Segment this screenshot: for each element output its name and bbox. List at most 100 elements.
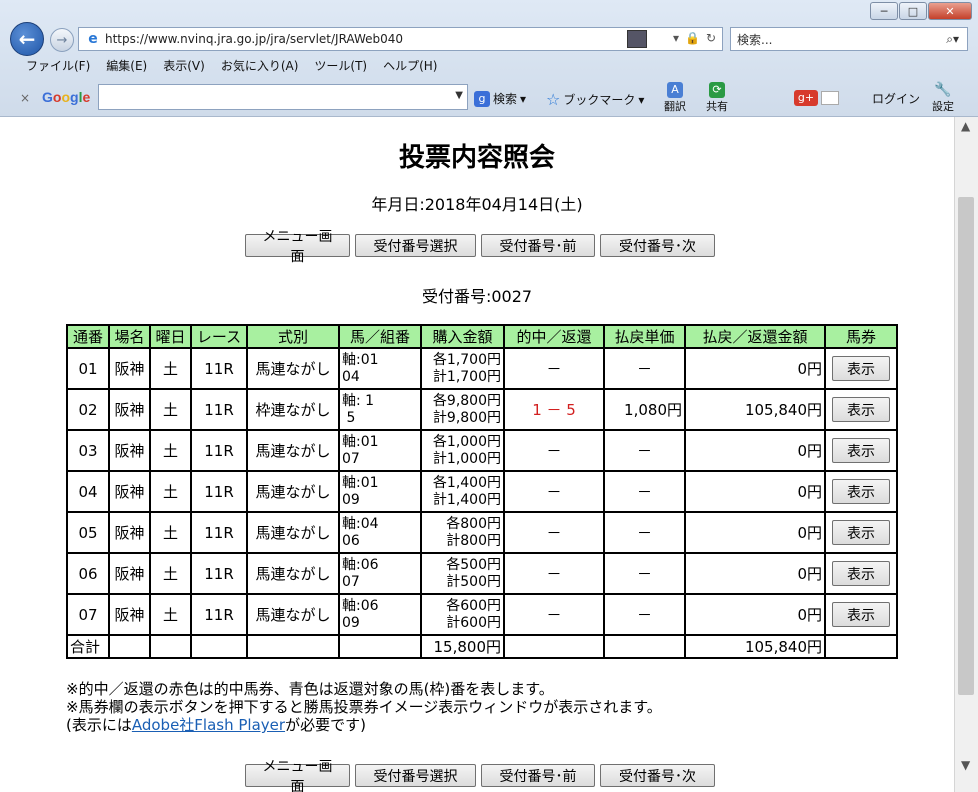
search-icon[interactable]: ⌕▾	[946, 32, 959, 47]
col-header: 曜日	[149, 324, 192, 349]
menu-file[interactable]: ファイル(F)	[26, 57, 90, 77]
receipt-select-button[interactable]: 受付番号選択	[355, 234, 476, 257]
menu-view[interactable]: 表示(V)	[163, 57, 205, 77]
menu-help[interactable]: ヘルプ(H)	[383, 57, 437, 77]
window-controls: ─ □ ✕	[869, 2, 972, 20]
cell-hit: －	[503, 552, 605, 595]
cell-no: 07	[66, 593, 110, 636]
chevron-down-icon[interactable]: ▼	[455, 90, 463, 101]
cell-type: 馬連ながし	[246, 511, 340, 554]
combo-partner: 07	[342, 450, 360, 467]
address-bar[interactable]: e https://www.nvinq.jra.go.jp/jra/servle…	[78, 27, 723, 51]
menu-screen-button[interactable]: メニュー画面	[245, 229, 350, 265]
cell-ticket: 表示	[824, 552, 898, 595]
cell-day: 土	[149, 470, 192, 513]
flash-player-link[interactable]: Adobe社Flash Player	[132, 716, 285, 734]
back-button[interactable]: ←	[10, 22, 44, 56]
toolbar-search-button[interactable]: g 検索 ▾	[474, 90, 526, 107]
toolbar-share-button[interactable]: ⟳ 共有	[706, 82, 728, 114]
show-ticket-button[interactable]: 表示	[832, 520, 890, 545]
menu-screen-button-bottom[interactable]: メニュー画面	[245, 759, 350, 792]
dropdown-icon[interactable]: ▾	[673, 31, 679, 45]
combo-axis: 軸: 1	[342, 392, 375, 409]
address-actions: ▾ 🔒 ↻	[673, 31, 716, 45]
star-icon: ☆	[546, 90, 561, 109]
menu-tools[interactable]: ツール(T)	[314, 57, 367, 77]
table-row: 06 阪神 土 11R 馬連ながし 軸:06 07 各500円 計500円 － － …	[66, 552, 898, 595]
amount-total: 計1,000円	[432, 450, 501, 467]
scroll-thumb[interactable]	[958, 197, 974, 695]
vertical-scrollbar[interactable]: ▲ ▼	[954, 117, 978, 792]
receipt-next-button-bottom[interactable]: 受付番号･次	[600, 764, 715, 787]
cell-hit: 1 － 5	[503, 388, 605, 431]
show-ticket-button[interactable]: 表示	[832, 479, 890, 504]
toolbar-settings-button[interactable]: 🔧 設定	[932, 82, 954, 114]
amount-total: 計600円	[446, 614, 501, 631]
col-header: 購入金額	[420, 324, 505, 349]
show-ticket-button[interactable]: 表示	[832, 356, 890, 381]
receipt-prev-button[interactable]: 受付番号･前	[481, 234, 595, 257]
gplus-button[interactable]: g+	[794, 90, 839, 106]
translate-icon: A	[667, 82, 683, 98]
page-title: 投票内容照会	[398, 143, 555, 173]
col-header: 的中／返還	[503, 324, 605, 349]
cell-unit-price: －	[603, 347, 686, 390]
col-header: 馬／組番	[338, 324, 422, 349]
receipt-select-button-bottom[interactable]: 受付番号選択	[355, 764, 476, 787]
cell-combo: 軸:01 04	[338, 347, 422, 390]
cell-type: 枠連ながし	[246, 388, 340, 431]
toolbar-translate-button[interactable]: A 翻訳	[664, 82, 686, 114]
cell-hit: －	[503, 470, 605, 513]
google-search-input[interactable]: ▼	[98, 84, 468, 110]
minimize-button[interactable]: ─	[870, 2, 898, 20]
show-ticket-button[interactable]: 表示	[832, 438, 890, 463]
amount-each: 各1,400円	[432, 474, 501, 491]
cell-ticket: 表示	[824, 429, 898, 472]
empty-cell	[190, 634, 248, 659]
address-url[interactable]: https://www.nvinq.jra.go.jp/jra/servlet/…	[105, 32, 403, 46]
maximize-button[interactable]: □	[899, 2, 927, 20]
cell-type: 馬連ながし	[246, 347, 340, 390]
cell-day: 土	[149, 593, 192, 636]
forward-button[interactable]: →	[50, 28, 74, 52]
cell-amount: 各1,000円 計1,000円	[420, 429, 505, 472]
combo-axis: 軸:01	[342, 474, 379, 491]
show-ticket-button[interactable]: 表示	[832, 397, 890, 422]
bottom-button-row: メニュー画面 受付番号選択 受付番号･前 受付番号･次	[245, 759, 715, 792]
receipt-next-button[interactable]: 受付番号･次	[600, 234, 715, 257]
total-row: 合計 15,800円 105,840円	[66, 634, 898, 659]
menu-edit[interactable]: 編集(E)	[106, 57, 147, 77]
lock-icon[interactable]: 🔒	[685, 31, 700, 45]
toolbar-close-icon[interactable]: ×	[20, 91, 30, 105]
cell-payout: 0円	[684, 511, 826, 554]
cell-unit-price: －	[603, 552, 686, 595]
show-ticket-button[interactable]: 表示	[832, 561, 890, 586]
cell-unit-price: －	[603, 511, 686, 554]
cell-amount: 各500円 計500円	[420, 552, 505, 595]
table-row: 04 阪神 土 11R 馬連ながし 軸:01 09 各1,400円 計1,400円 …	[66, 470, 898, 513]
receipt-prev-button-bottom[interactable]: 受付番号･前	[481, 764, 595, 787]
refresh-icon[interactable]: ↻	[706, 31, 716, 45]
cell-payout: 0円	[684, 347, 826, 390]
toolbar-bookmark-button[interactable]: ☆ ブックマーク ▾	[546, 90, 644, 109]
cell-race: 11R	[190, 593, 248, 636]
scroll-up-icon[interactable]: ▲	[961, 119, 970, 133]
cell-ticket: 表示	[824, 388, 898, 431]
close-window-button[interactable]: ✕	[928, 2, 972, 20]
col-header: 式別	[246, 324, 340, 349]
browser-search-box[interactable]: 検索... ⌕▾	[730, 27, 968, 51]
cell-race: 11R	[190, 347, 248, 390]
date-line: 年月日:2018年04月14日(土)	[371, 195, 583, 214]
combo-partner: 09	[342, 491, 360, 508]
cell-amount: 各9,800円 計9,800円	[420, 388, 505, 431]
cell-no: 04	[66, 470, 110, 513]
scroll-down-icon[interactable]: ▼	[961, 758, 970, 772]
empty-cell	[824, 634, 898, 659]
total-amount: 15,800円	[420, 634, 505, 659]
toolbar-login-link[interactable]: ログイン	[872, 90, 920, 107]
table-row: 01 阪神 土 11R 馬連ながし 軸:01 04 各1,700円 計1,700円 …	[66, 347, 898, 390]
show-ticket-button[interactable]: 表示	[832, 602, 890, 627]
cell-day: 土	[149, 347, 192, 390]
menu-favorites[interactable]: お気に入り(A)	[221, 57, 299, 77]
compat-view-icon[interactable]	[627, 30, 647, 48]
